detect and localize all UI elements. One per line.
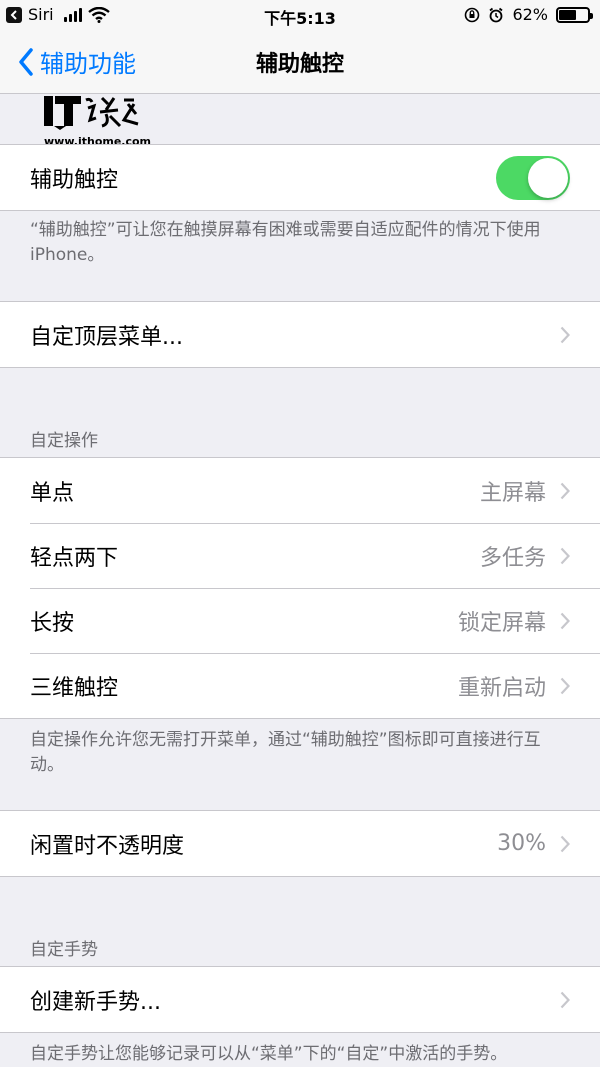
status-bar: Siri 下午5:13 62%: [0, 0, 600, 30]
custom-actions-group: 单点 主屏幕 轻点两下 多任务 长按 锁定屏幕 三维触控 重新启动: [0, 457, 600, 719]
chevron-right-icon: [560, 677, 570, 694]
page-title: 辅助触控: [255, 52, 344, 77]
chevron-right-icon: [560, 835, 570, 852]
chevron-right-icon: [560, 547, 570, 564]
battery-percent: 62%: [512, 5, 548, 24]
action-row-long-press[interactable]: 长按 锁定屏幕: [0, 588, 600, 653]
assistive-touch-label: 辅助触控: [30, 167, 119, 193]
custom-menu-label: 自定顶层菜单...: [30, 324, 183, 350]
idle-opacity-group: 闲置时不透明度 30%: [0, 810, 600, 877]
custom-gestures-header: 自定手势: [30, 940, 98, 960]
assistive-touch-group: 辅助触控: [0, 144, 600, 211]
assistive-touch-footnote: “辅助触控”可让您在触摸屏幕有困难或需要自适应配件的情况下使用 iPhone。: [30, 220, 541, 265]
action-value: 锁定屏幕: [457, 610, 546, 636]
action-value: 多任务: [479, 545, 546, 571]
chevron-right-icon: [560, 482, 570, 499]
idle-opacity-value: 30%: [497, 831, 546, 856]
action-row-3d-touch[interactable]: 三维触控 重新启动: [0, 653, 600, 718]
action-row-double-tap[interactable]: 轻点两下 多任务: [0, 523, 600, 588]
chevron-right-icon: [560, 991, 570, 1008]
ithome-logo: www.ithome.com: [44, 94, 151, 150]
navigation-bar: 辅助功能 辅助触控: [0, 30, 600, 94]
action-label: 长按: [30, 610, 75, 636]
action-row-single-tap[interactable]: 单点 主屏幕: [0, 458, 600, 523]
custom-menu-group: 自定顶层菜单...: [0, 301, 600, 368]
custom-gestures-footnote: 自定手势让您能够记录可以从“菜单”下的“自定”中激活的手势。: [30, 1044, 508, 1064]
action-label: 轻点两下: [30, 545, 119, 571]
ithome-logo-mark: [44, 96, 139, 130]
custom-actions-header: 自定操作: [30, 431, 98, 451]
custom-menu-row[interactable]: 自定顶层菜单...: [0, 302, 600, 367]
battery-fill: [559, 9, 577, 20]
custom-gestures-group: 创建新手势...: [0, 966, 600, 1033]
idle-opacity-label: 闲置时不透明度: [30, 833, 185, 859]
action-value: 重新启动: [457, 675, 546, 701]
action-label: 单点: [30, 480, 75, 506]
alarm-icon: [489, 7, 503, 22]
create-gesture-label: 创建新手势...: [30, 989, 161, 1015]
toggle-knob: [528, 158, 568, 198]
action-label: 三维触控: [30, 675, 119, 701]
idle-opacity-row[interactable]: 闲置时不透明度 30%: [0, 811, 600, 876]
assistive-touch-row: 辅助触控: [0, 145, 600, 210]
orientation-lock-icon: [465, 7, 480, 22]
custom-actions-footnote: 自定操作允许您无需打开菜单，通过“辅助触控”图标即可直接进行互动。: [30, 730, 541, 775]
chevron-right-icon: [560, 326, 570, 343]
status-right: 62%: [464, 5, 593, 24]
chevron-right-icon: [560, 612, 570, 629]
assistive-touch-toggle[interactable]: [496, 156, 570, 200]
action-value: 主屏幕: [479, 480, 546, 506]
create-gesture-row[interactable]: 创建新手势...: [0, 967, 600, 1032]
battery-icon: [556, 6, 593, 23]
